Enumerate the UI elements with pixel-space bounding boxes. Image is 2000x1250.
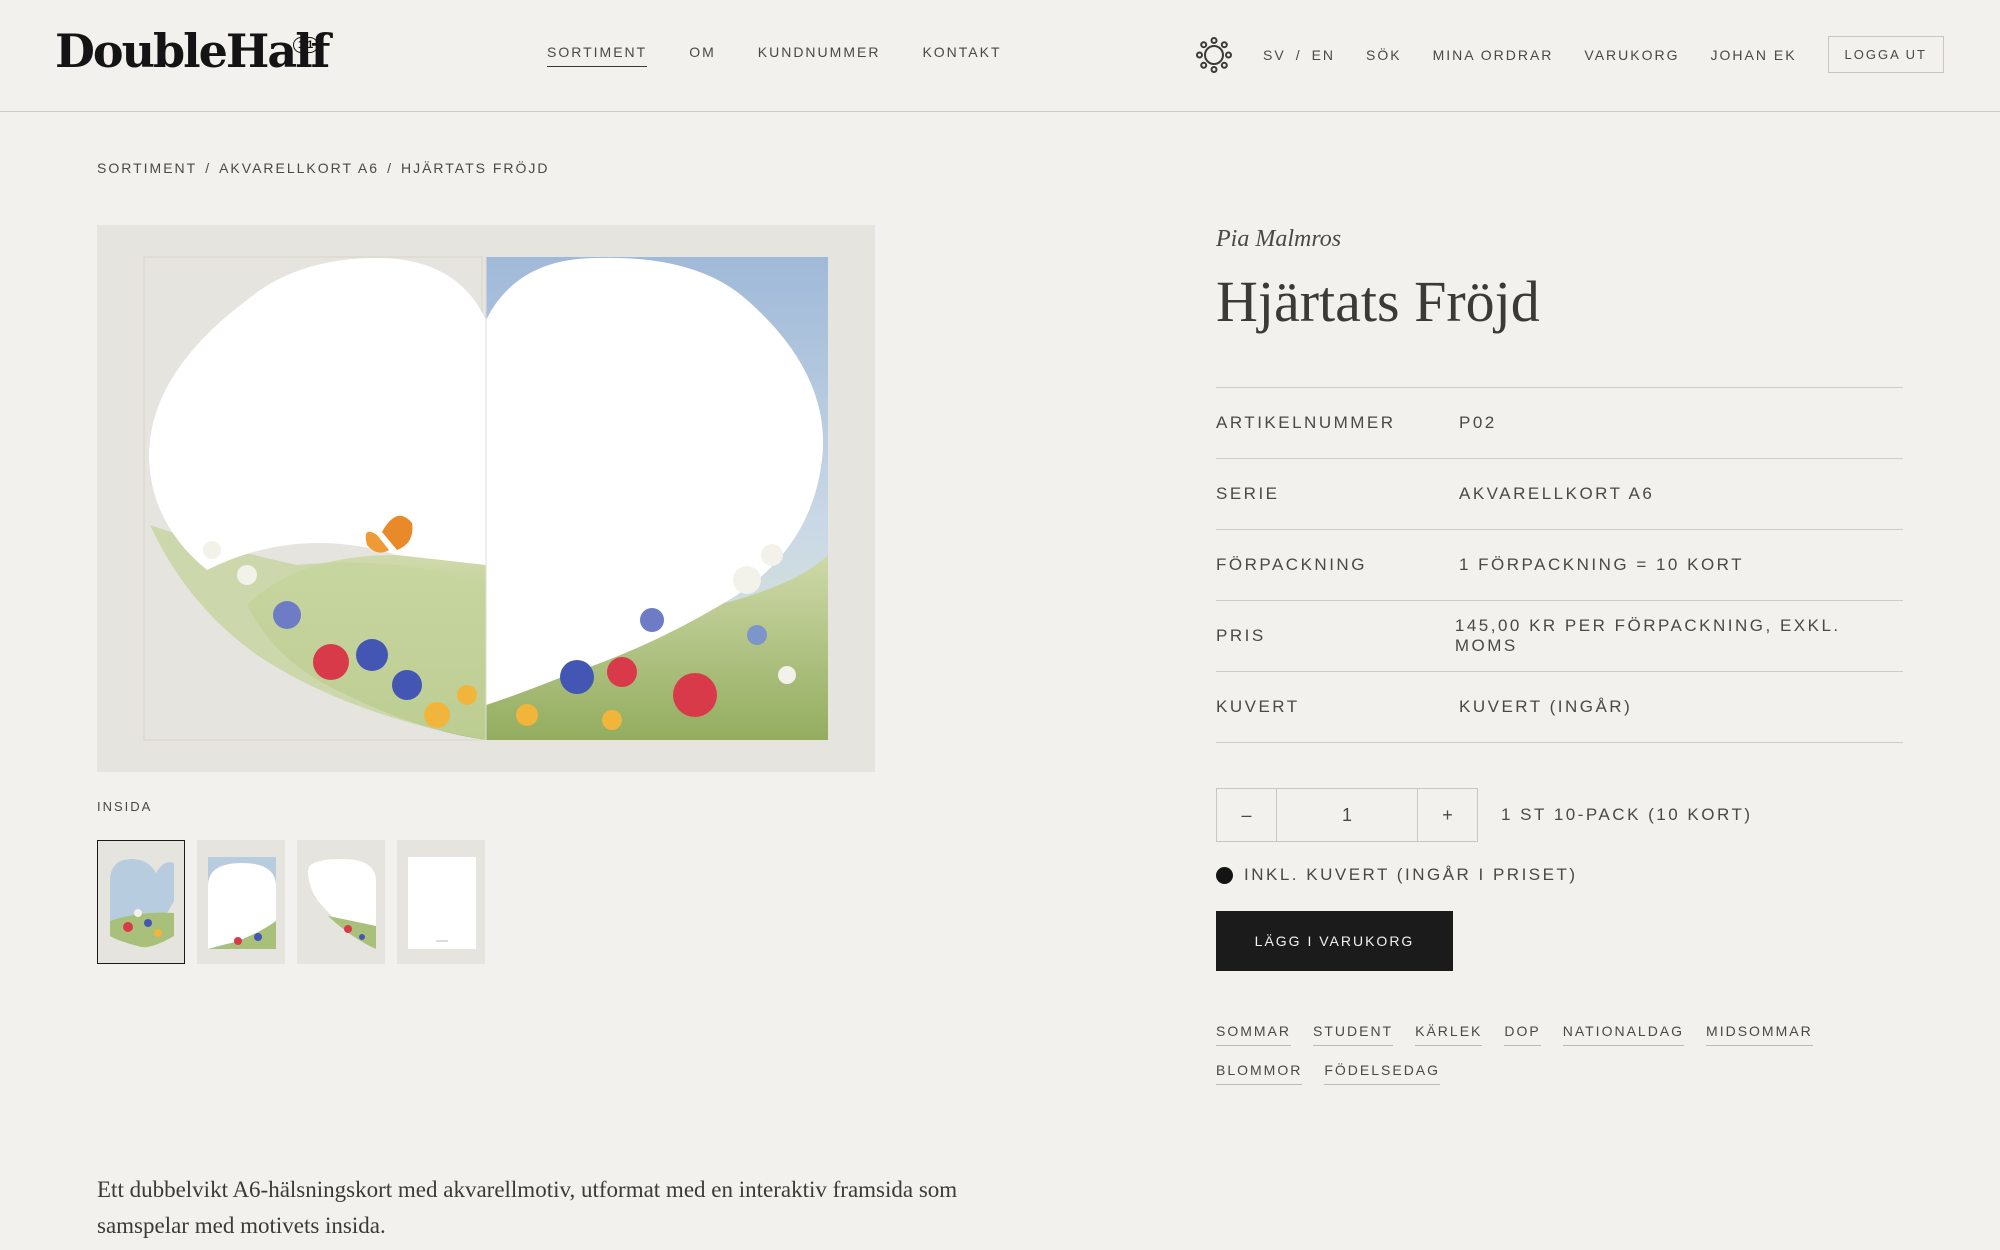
thumbnail[interactable] <box>297 840 385 964</box>
spec-label: ARTIKELNUMMER <box>1216 413 1396 432</box>
breadcrumb: SORTIMENT / AKVARELLKORT A6 / HJÄRTATS F… <box>97 160 550 176</box>
tag-link[interactable]: SOMMAR <box>1216 1023 1291 1046</box>
site-header: DoubleHalf 1/1 SORTIMENT OM KUNDNUMMER K… <box>0 0 2000 112</box>
spec-label: FÖRPACKNING <box>1216 555 1367 574</box>
nav-orders[interactable]: MINA ORDRAR <box>1433 47 1554 63</box>
breadcrumb-sortiment[interactable]: SORTIMENT <box>97 160 197 176</box>
quantity-input[interactable] <box>1276 789 1418 841</box>
spec-label: SERIE <box>1216 484 1280 503</box>
thumbnail-strip <box>97 840 485 964</box>
breadcrumb-current: HJÄRTATS FRÖJD <box>400 160 550 176</box>
nav-cart[interactable]: VARUKORG <box>1584 47 1679 63</box>
lang-en[interactable]: EN <box>1312 47 1335 63</box>
site-logo[interactable]: DoubleHalf <box>55 24 330 78</box>
spec-row: KUVERT KUVERT (INGÅR) <box>1216 672 1903 743</box>
breadcrumb-separator: / <box>387 160 393 176</box>
utility-nav: SV / EN SÖK MINA ORDRAR VARUKORG JOHAN E… <box>1196 36 1944 73</box>
thumbnail[interactable] <box>97 840 185 964</box>
tag-link[interactable]: BLOMMOR <box>1216 1062 1303 1085</box>
breadcrumb-separator: / <box>205 160 212 176</box>
spec-row: PRIS 145,00 KR PER FÖRPACKNING, EXKL. MO… <box>1216 601 1903 672</box>
theme-toggle-icon[interactable] <box>1196 36 1233 73</box>
spec-value: P02 <box>1459 413 1497 432</box>
nav-search[interactable]: SÖK <box>1366 47 1402 63</box>
tag-list: SOMMAR STUDENT KÄRLEK DOP NATIONALDAG MI… <box>1216 1023 1916 1085</box>
quantity-increase-button[interactable]: + <box>1418 789 1477 841</box>
product-main-image[interactable] <box>97 225 875 772</box>
nav-sortiment[interactable]: SORTIMENT <box>547 44 648 67</box>
envelope-note: INKL. KUVERT (INGÅR I PRISET) <box>1244 865 1578 884</box>
main-nav: SORTIMENT OM KUNDNUMMER KONTAKT <box>547 44 1002 67</box>
tag-link[interactable]: KÄRLEK <box>1415 1023 1483 1046</box>
spec-label: KUVERT <box>1216 697 1300 716</box>
quantity-stepper: – + <box>1216 788 1478 842</box>
envelope-info: INKL. KUVERT (INGÅR I PRISET) <box>1216 865 1578 885</box>
tag-link[interactable]: STUDENT <box>1313 1023 1394 1046</box>
lang-separator: / <box>1295 46 1302 63</box>
spec-label: PRIS <box>1216 626 1266 645</box>
tag-link[interactable]: MIDSOMMAR <box>1706 1023 1813 1046</box>
language-switcher: SV / EN <box>1263 47 1335 63</box>
quantity-decrease-button[interactable]: – <box>1217 789 1276 841</box>
nav-om[interactable]: OM <box>689 44 716 67</box>
bullet-dot-icon <box>1216 866 1233 884</box>
nav-user[interactable]: JOHAN EK <box>1711 47 1797 63</box>
spec-value: AKVARELLKORT A6 <box>1459 484 1655 503</box>
product-title: Hjärtats Fröjd <box>1216 269 1540 334</box>
quantity-note: 1 ST 10-PACK (10 KORT) <box>1501 805 1753 824</box>
spec-value: KUVERT (INGÅR) <box>1459 697 1633 716</box>
tag-link[interactable]: FÖDELSEDAG <box>1324 1062 1441 1085</box>
artist-name[interactable]: Pia Malmros <box>1216 226 1341 253</box>
nav-kundnummer[interactable]: KUNDNUMMER <box>758 44 881 67</box>
thumbnail[interactable] <box>397 840 485 964</box>
spec-row: FÖRPACKNING 1 FÖRPACKNING = 10 KORT <box>1216 530 1903 601</box>
tag-link[interactable]: DOP <box>1504 1023 1541 1046</box>
add-to-cart-button[interactable]: LÄGG I VARUKORG <box>1216 911 1453 971</box>
logout-button[interactable]: LOGGA UT <box>1827 36 1944 73</box>
logo-badge: 1/1 <box>293 37 319 53</box>
product-description: Ett dubbelvikt A6-hälsningskort med akva… <box>97 1177 958 1238</box>
spec-row: ARTIKELNUMMER P02 <box>1216 388 1903 459</box>
thumbnail[interactable] <box>197 840 285 964</box>
breadcrumb-series[interactable]: AKVARELLKORT A6 <box>219 160 379 176</box>
tag-link[interactable]: NATIONALDAG <box>1562 1023 1685 1046</box>
spec-value: 1 FÖRPACKNING = 10 KORT <box>1459 555 1745 574</box>
nav-kontakt[interactable]: KONTAKT <box>922 44 1001 67</box>
image-caption: INSIDA <box>97 799 153 814</box>
quantity-row: – + 1 ST 10-PACK (10 KORT) <box>1216 788 1753 842</box>
lang-sv[interactable]: SV <box>1263 47 1286 63</box>
spec-row: SERIE AKVARELLKORT A6 <box>1216 459 1903 530</box>
product-specs: ARTIKELNUMMER P02 SERIE AKVARELLKORT A6 … <box>1216 387 1903 743</box>
spec-value: 145,00 KR PER FÖRPACKNING, EXKL. MOMS <box>1454 616 1841 655</box>
